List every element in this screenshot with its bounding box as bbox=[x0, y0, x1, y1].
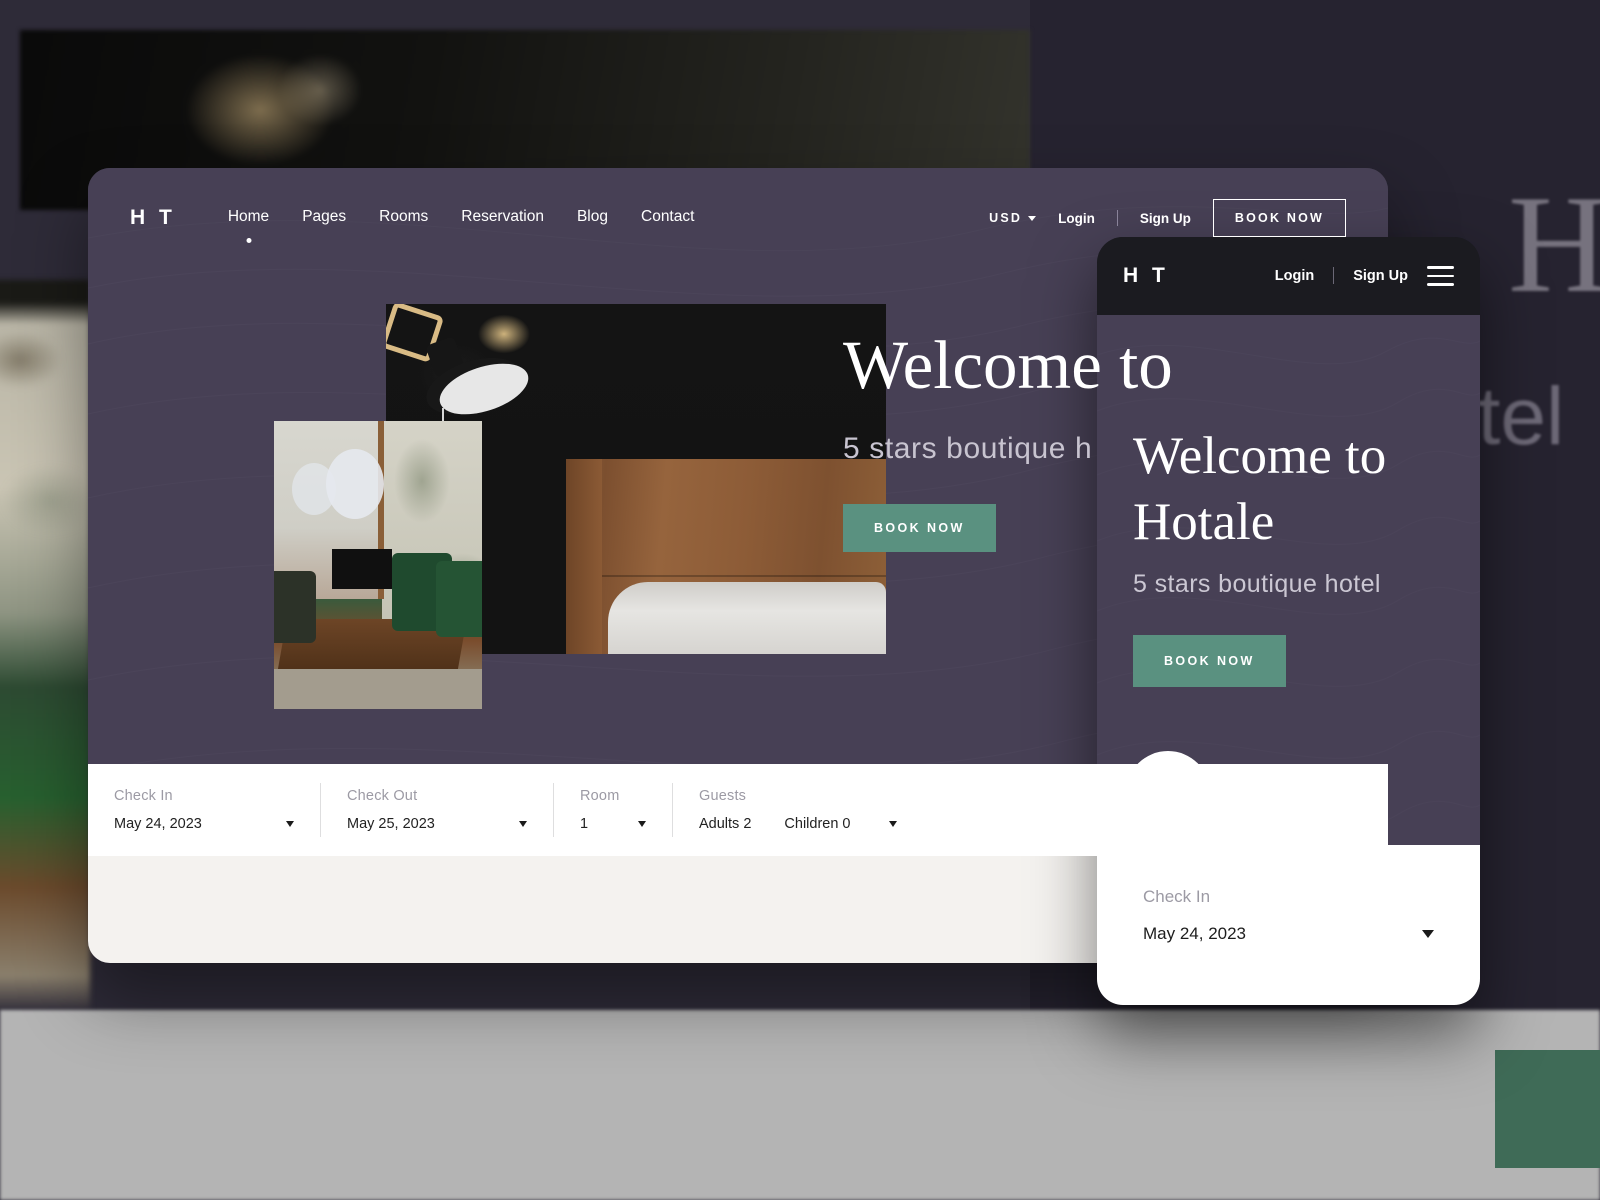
desktop-booking-bar: Check In May 24, 2023 Check Out May 25, … bbox=[88, 764, 1388, 856]
book-now-button-nav[interactable]: BOOK NOW bbox=[1212, 199, 1346, 237]
booking-value-checkin: May 24, 2023 bbox=[114, 816, 202, 832]
hero-image-lounge bbox=[274, 421, 482, 709]
booking-label-room: Room bbox=[580, 788, 620, 804]
booking-row-checkin: May 24, 2023 bbox=[114, 816, 294, 832]
hero-bedpost bbox=[566, 459, 602, 654]
chevron-down-icon bbox=[638, 821, 646, 827]
desktop-hero-text: Welcome to 5 stars boutique h BOOK NOW bbox=[843, 327, 1173, 552]
chevron-down-icon bbox=[889, 821, 897, 827]
background-book-button bbox=[1495, 1050, 1600, 1168]
booking-value-children: Children 0 bbox=[784, 816, 851, 832]
lounge-tv bbox=[332, 549, 392, 589]
currency-label: USD bbox=[989, 211, 1023, 225]
phone-field-checkout[interactable]: Check Out bbox=[1143, 1002, 1434, 1005]
chevron-down-icon bbox=[1422, 930, 1434, 938]
booking-value-room: 1 bbox=[580, 816, 589, 832]
phone-hero-subtitle: 5 stars boutique hotel bbox=[1133, 570, 1381, 598]
desktop-nav-right: USD Login Sign Up BOOK NOW bbox=[989, 199, 1346, 237]
booking-field-checkin[interactable]: Check In May 24, 2023 bbox=[88, 783, 320, 837]
booking-label-guests: Guests bbox=[699, 788, 747, 804]
booking-field-checkout[interactable]: Check Out May 25, 2023 bbox=[321, 783, 553, 837]
nav-divider bbox=[1116, 210, 1118, 226]
desktop-logo[interactable]: H T bbox=[130, 206, 176, 230]
phone-label-checkin: Check In bbox=[1143, 887, 1211, 906]
hero-bedsheet bbox=[608, 582, 886, 654]
login-link[interactable]: Login bbox=[1058, 211, 1095, 226]
desktop-hero-title: Welcome to bbox=[843, 327, 1173, 403]
booking-field-room[interactable]: Room 1 bbox=[554, 783, 672, 837]
booking-field-guests[interactable]: Guests Adults 2 Children 0 bbox=[673, 783, 923, 837]
hamburger-menu-icon[interactable] bbox=[1427, 266, 1454, 286]
phone-nav-right: Login Sign Up bbox=[1275, 266, 1454, 286]
phone-signup-link[interactable]: Sign Up bbox=[1353, 268, 1408, 284]
nav-label-home: Home bbox=[227, 208, 270, 225]
chevron-down-icon bbox=[1028, 215, 1037, 221]
desktop-nav-links: Home Pages Rooms Reservation Blog Contac… bbox=[227, 208, 694, 243]
nav-item-blog[interactable]: Blog bbox=[577, 208, 608, 228]
desktop-hero-book-button[interactable]: BOOK NOW bbox=[843, 503, 996, 552]
booking-label-checkout: Check Out bbox=[347, 788, 418, 804]
nav-item-contact[interactable]: Contact bbox=[641, 208, 694, 228]
phone-row-checkin: May 24, 2023 bbox=[1143, 924, 1434, 944]
phone-field-checkin[interactable]: Check In May 24, 2023 bbox=[1143, 887, 1434, 944]
booking-label-checkin: Check In bbox=[114, 788, 173, 804]
desktop-navbar: H T Home Pages Rooms Reservation Blog Co… bbox=[88, 168, 1388, 268]
desktop-hero-subtitle: 5 stars boutique h bbox=[843, 431, 1093, 465]
background-photo-left-detail bbox=[0, 300, 90, 720]
signup-link[interactable]: Sign Up bbox=[1140, 211, 1191, 226]
booking-value-adults: Adults 2 bbox=[699, 816, 752, 832]
lounge-chair-left bbox=[274, 571, 316, 643]
chevron-down-icon bbox=[286, 821, 294, 827]
booking-row-checkout: May 25, 2023 bbox=[347, 816, 527, 832]
phone-label-checkout: Check Out bbox=[1143, 1002, 1434, 1005]
phone-nav-divider bbox=[1333, 267, 1335, 285]
nav-item-pages[interactable]: Pages bbox=[302, 208, 346, 228]
phone-value-checkin: May 24, 2023 bbox=[1143, 924, 1247, 943]
lounge-floor bbox=[274, 669, 482, 709]
lounge-chair-2 bbox=[436, 561, 482, 637]
phone-login-link[interactable]: Login bbox=[1275, 268, 1314, 284]
nav-active-dot bbox=[246, 238, 251, 243]
lounge-pendant-2 bbox=[326, 449, 384, 519]
phone-booking-panel: Check In May 24, 2023 Check Out bbox=[1097, 845, 1480, 1005]
nav-item-reservation[interactable]: Reservation bbox=[461, 208, 544, 228]
nav-item-rooms[interactable]: Rooms bbox=[379, 208, 428, 228]
currency-selector[interactable]: USD bbox=[989, 211, 1037, 225]
nav-item-home[interactable]: Home bbox=[227, 208, 270, 243]
chevron-down-icon bbox=[519, 821, 527, 827]
background-bottom-booking-bar: Check Out May 25, 2023 Room 1 Guests Adu… bbox=[0, 1010, 1600, 1200]
phone-book-now-button[interactable]: BOOK NOW bbox=[1133, 635, 1286, 687]
booking-row-guests: Adults 2 Children 0 bbox=[699, 816, 897, 832]
booking-row-room: 1 bbox=[580, 816, 646, 832]
booking-value-checkout: May 25, 2023 bbox=[347, 816, 435, 832]
